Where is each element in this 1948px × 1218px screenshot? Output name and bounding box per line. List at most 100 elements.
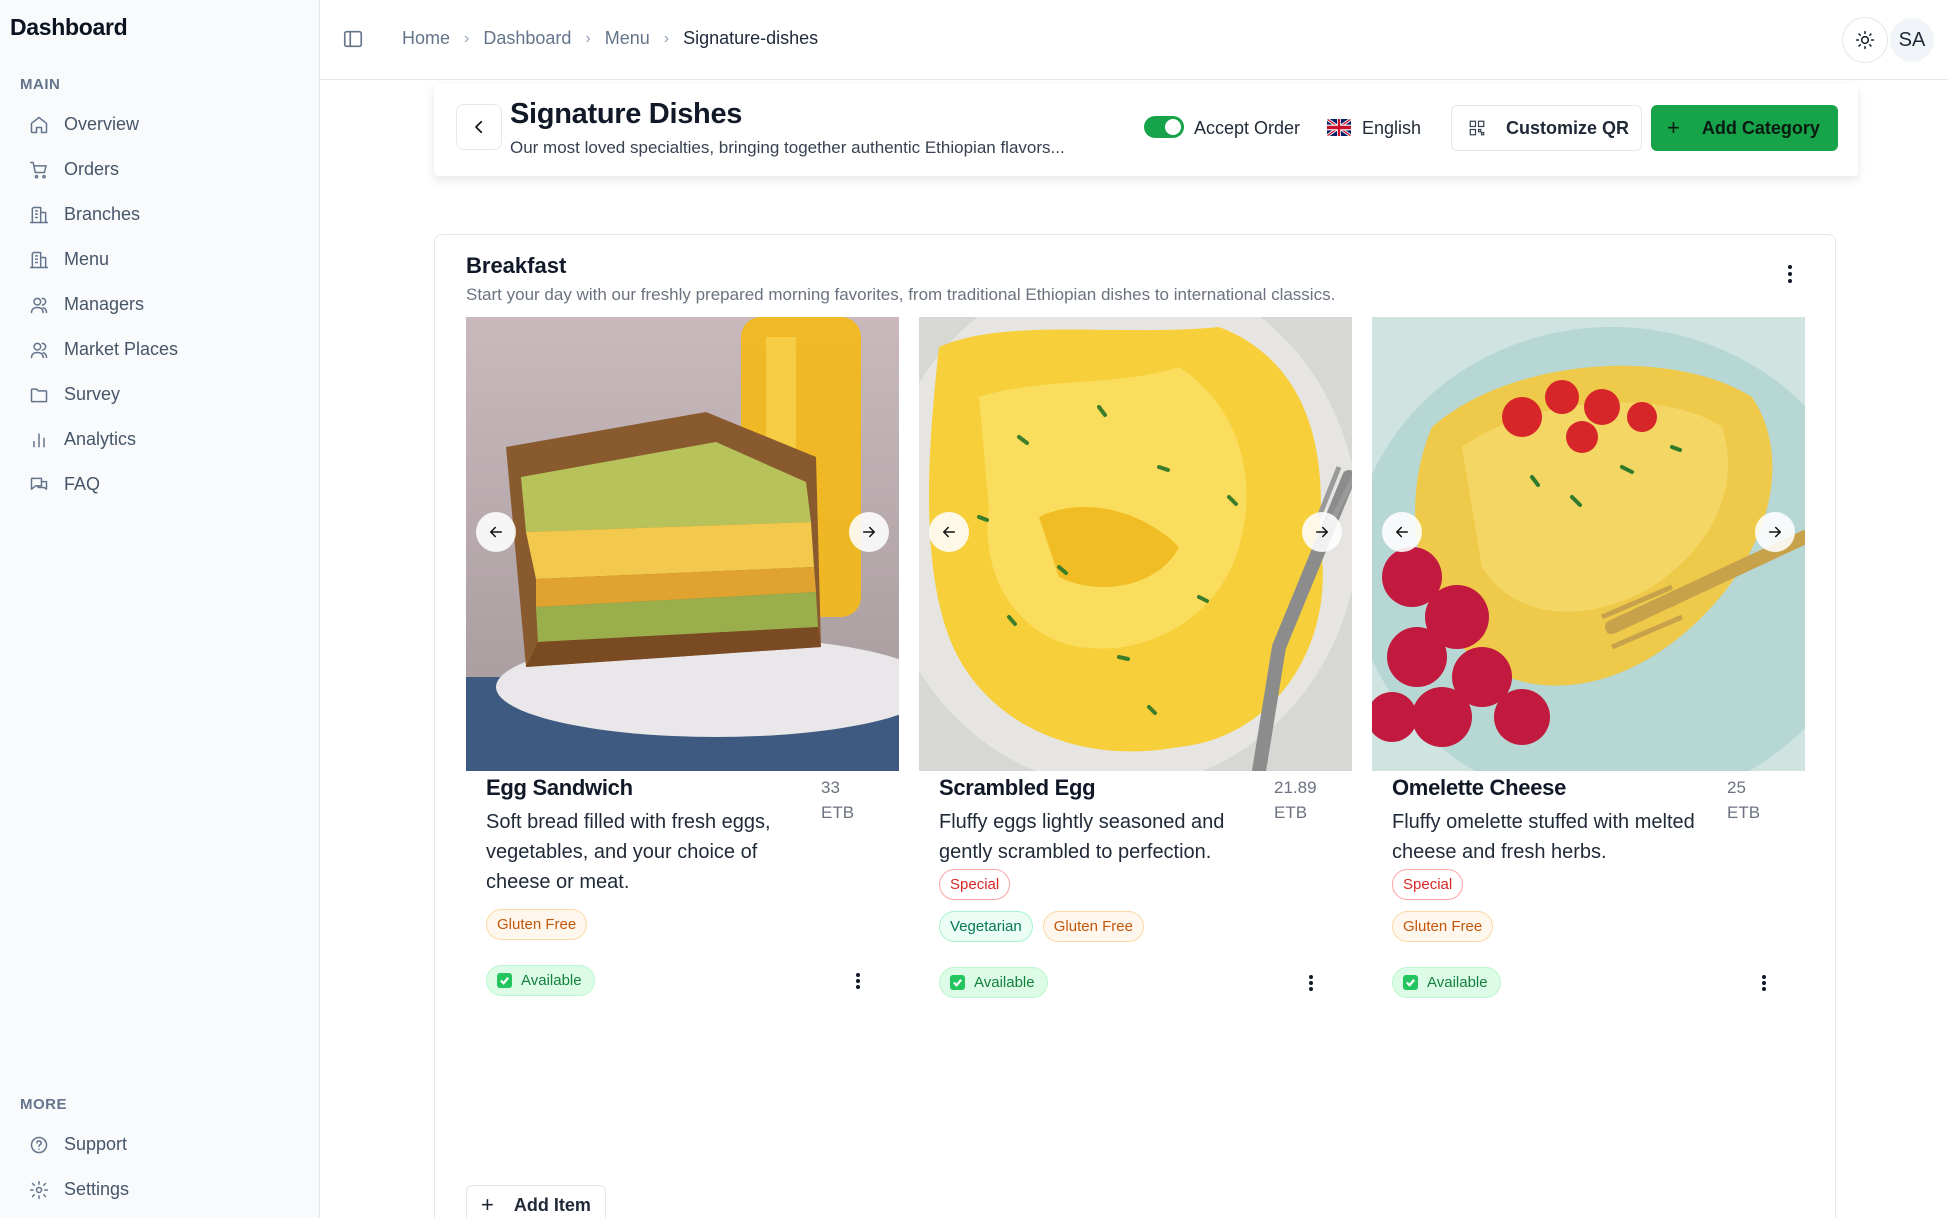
check-icon — [497, 973, 512, 988]
tag-vegetarian: Vegetarian — [939, 911, 1033, 942]
customize-qr-label: Customize QR — [1506, 117, 1630, 138]
customize-qr-button[interactable]: Customize QR — [1451, 105, 1642, 151]
carousel-prev-button[interactable] — [476, 512, 516, 552]
chevron-left-icon — [470, 118, 488, 136]
sidebar-item-branches[interactable]: Branches — [16, 192, 306, 237]
sidebar-item-analytics[interactable]: Analytics — [16, 417, 306, 462]
add-category-button[interactable]: + Add Category — [1651, 105, 1838, 151]
item-description: Soft bread filled with fresh eggs, veget… — [486, 811, 771, 893]
sidebar-item-label: Branches — [64, 204, 141, 224]
sidebar-item-managers[interactable]: Managers — [16, 282, 306, 327]
item-tags-row-1: Special — [1392, 869, 1464, 900]
item-description: Fluffy omelette stuffed with melted chee… — [1392, 811, 1695, 863]
sun-icon — [1855, 30, 1875, 50]
sidebar-item-label: Orders — [64, 159, 120, 179]
arrow-left-icon — [1393, 523, 1411, 541]
brand-title: Dashboard — [10, 14, 128, 40]
sidebar-item-menu[interactable]: Menu — [16, 237, 306, 282]
category-card: Breakfast Start your day with our freshl… — [434, 234, 1836, 1218]
sidebar-item-overview[interactable]: Overview — [16, 102, 306, 147]
egg-sandwich-image — [466, 317, 899, 771]
item-tags-row-2: Gluten Free — [1392, 911, 1494, 942]
tag-special: Special — [1392, 869, 1464, 900]
item-tags-row-1: Special — [939, 869, 1011, 900]
breadcrumb-dashboard[interactable]: Dashboard — [483, 28, 571, 49]
sidebar-item-survey[interactable]: Survey — [16, 372, 306, 417]
sidebar-item-label: FAQ — [64, 474, 101, 494]
topbar: Home › Dashboard › Menu › Signature-dish… — [320, 0, 1948, 80]
item-name: Scrambled Egg — [939, 775, 1096, 800]
breadcrumb-home[interactable]: Home — [402, 28, 450, 49]
menu-item-card[interactable]: Egg Sandwich 33 ETB Soft bread filled wit… — [466, 317, 899, 996]
page-description: Our most loved specialties, bringing tog… — [510, 138, 1065, 157]
accept-order-label: Accept Order — [1194, 118, 1301, 138]
sidebar-item-label: Settings — [64, 1179, 130, 1199]
carousel-next-button[interactable] — [1755, 512, 1795, 552]
scrambled-egg-image — [919, 317, 1352, 771]
plus-icon: + — [481, 1192, 494, 1217]
add-item-label: Add Item — [513, 1194, 591, 1215]
add-item-button[interactable]: + Add Item — [466, 1185, 606, 1218]
category-title: Breakfast — [466, 253, 567, 278]
arrow-left-icon — [487, 523, 505, 541]
category-more-menu-icon[interactable] — [1785, 263, 1795, 285]
availability-badge[interactable]: Available — [486, 965, 595, 996]
sidebar-item-settings[interactable]: Settings — [16, 1167, 306, 1212]
avatar[interactable]: SA — [1890, 18, 1934, 62]
item-price: 25 ETB — [1727, 778, 1761, 822]
availability-badge[interactable]: Available — [939, 967, 1048, 998]
building-icon — [28, 204, 50, 226]
qr-code-icon — [1468, 119, 1506, 137]
item-more-menu-icon[interactable] — [1306, 973, 1316, 993]
sidebar-item-label: Support — [64, 1134, 128, 1154]
section-label-more: MORE — [20, 1096, 67, 1113]
menu-item-card[interactable]: Omelette Cheese 25 ETB Fluffy omelette st… — [1372, 317, 1805, 998]
item-price: 21.89 ETB — [1274, 778, 1317, 822]
availability-label: Available — [1427, 974, 1488, 991]
breadcrumb-menu[interactable]: Menu — [605, 28, 650, 49]
accept-order-toggle[interactable] — [1144, 116, 1184, 138]
tag-special: Special — [939, 869, 1011, 900]
item-name: Egg Sandwich — [486, 775, 633, 800]
language-selector[interactable]: English — [1362, 118, 1421, 139]
cart-icon — [28, 159, 50, 181]
folder-icon — [28, 384, 50, 406]
sidebar-toggle-icon[interactable] — [342, 28, 366, 52]
main-nav: Overview Orders Branches Menu Managers M… — [16, 102, 306, 507]
sidebar-item-label: Overview — [64, 114, 140, 134]
gear-icon — [28, 1179, 50, 1201]
sidebar: Dashboard MAIN Overview Orders Branches … — [0, 0, 320, 1218]
tag-gluten-free: Gluten Free — [1392, 911, 1494, 942]
carousel-prev-button[interactable] — [1382, 512, 1422, 552]
back-button[interactable] — [456, 104, 502, 150]
page-header: Signature Dishes Our most loved specialt… — [434, 84, 1858, 176]
sidebar-item-faq[interactable]: FAQ — [16, 462, 306, 507]
check-icon — [950, 975, 965, 990]
page-title: Signature Dishes — [510, 98, 743, 130]
menu-item-card[interactable]: Scrambled Egg 21.89 ETB Fluffy eggs light… — [919, 317, 1352, 998]
add-category-label: Add Category — [1701, 117, 1820, 138]
sidebar-item-market-places[interactable]: Market Places — [16, 327, 306, 372]
sidebar-item-support[interactable]: Support — [16, 1122, 306, 1167]
item-more-menu-icon[interactable] — [853, 971, 863, 991]
item-tags-row-2: Vegetarian Gluten Free — [939, 911, 1144, 942]
carousel-prev-button[interactable] — [929, 512, 969, 552]
arrow-left-icon — [940, 523, 958, 541]
item-description: Fluffy eggs lightly seasoned and gently … — [939, 811, 1225, 863]
more-nav: Support Settings — [16, 1122, 306, 1212]
users-icon — [28, 294, 50, 316]
users-icon — [28, 339, 50, 361]
item-more-menu-icon[interactable] — [1759, 973, 1769, 993]
chevron-right-icon: › — [663, 29, 670, 47]
sidebar-item-orders[interactable]: Orders — [16, 147, 306, 192]
tag-gluten-free: Gluten Free — [1042, 911, 1144, 942]
uk-flag-icon[interactable] — [1327, 119, 1351, 136]
section-label-main: MAIN — [20, 76, 61, 93]
arrow-right-icon — [860, 523, 878, 541]
theme-toggle-button[interactable] — [1842, 17, 1888, 63]
availability-badge[interactable]: Available — [1392, 967, 1501, 998]
home-icon — [28, 114, 50, 136]
carousel-next-button[interactable] — [849, 512, 889, 552]
carousel-next-button[interactable] — [1302, 512, 1342, 552]
chevron-right-icon: › — [585, 29, 591, 47]
